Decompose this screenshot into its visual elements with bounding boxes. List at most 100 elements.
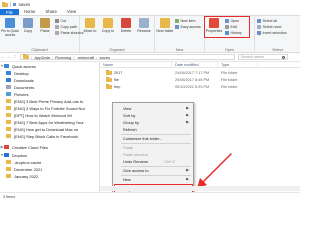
search-icon bbox=[282, 55, 285, 59]
address-field[interactable]: › AppData › Roaming › .minecraft › saves bbox=[20, 54, 235, 60]
new-item-button[interactable]: New item bbox=[175, 19, 195, 23]
delete-button[interactable]: Delete bbox=[117, 18, 135, 33]
desktop-icon bbox=[6, 71, 11, 75]
documents-icon bbox=[6, 85, 11, 89]
clipboard-group-label: Clipboard bbox=[31, 48, 48, 52]
menu-item-refresh[interactable]: Refresh bbox=[113, 126, 193, 133]
folder-icon bbox=[106, 70, 112, 75]
nav-item-folder[interactable]: [DPT] How to Watch Workout Wi bbox=[6, 112, 72, 118]
breadcrumb-item[interactable]: AppData bbox=[34, 55, 50, 60]
folder-icon bbox=[6, 174, 11, 178]
breadcrumb-item[interactable]: saves bbox=[100, 55, 110, 60]
folder-icon bbox=[6, 99, 11, 103]
nav-item-folder[interactable]: [ENG] How get to Download Mac on bbox=[6, 126, 78, 132]
window-title: saves bbox=[18, 2, 31, 7]
address-bar-row: ← → ↑ › AppData › Roaming › .minecraft ›… bbox=[0, 53, 300, 62]
easy-access-button[interactable]: Easy access bbox=[175, 25, 201, 29]
status-text: 3 items bbox=[3, 194, 16, 199]
cloud-icon bbox=[4, 145, 9, 149]
nav-item-folder[interactable]: January 2022 bbox=[6, 173, 38, 179]
rename-icon bbox=[139, 18, 149, 28]
nav-item-desktop[interactable]: Desktop bbox=[6, 70, 29, 76]
nav-item-pictures[interactable]: Pictures bbox=[6, 91, 28, 97]
menu-item-new[interactable]: New ▶ bbox=[113, 176, 193, 183]
menu-item-undo-rename[interactable]: Undo Rename Ctrl+Z bbox=[113, 158, 193, 165]
nav-item-downloads[interactable]: Downloads bbox=[6, 77, 34, 83]
select-none-icon bbox=[257, 25, 261, 29]
cut-button[interactable]: Cut bbox=[55, 19, 66, 23]
menu-item-view[interactable]: View ▶ bbox=[113, 105, 193, 112]
table-row[interactable]: file 25/06/2017 8:45 PM File folder bbox=[100, 77, 300, 83]
menu-item-sort-by[interactable]: Sort by ▶ bbox=[113, 112, 193, 119]
nav-item-folder[interactable]: [ENG] Step Block Calls in Facebook bbox=[6, 133, 78, 139]
copy-path-button[interactable]: Copy path bbox=[55, 25, 77, 29]
red-arrow-annotation bbox=[197, 153, 232, 188]
invert-selection-button[interactable]: Invert selection bbox=[257, 31, 287, 35]
copy-icon bbox=[23, 18, 33, 28]
move-to-button[interactable]: Move to bbox=[81, 18, 99, 33]
table-row[interactable]: tmp 05/10/2022 5:33 PM File folder bbox=[100, 84, 300, 90]
paste-shortcut-icon bbox=[55, 31, 59, 35]
properties-icon[interactable] bbox=[12, 3, 16, 6]
horizontal-scrollbar[interactable] bbox=[100, 186, 300, 191]
menu-item-group-by[interactable]: Group by ▶ bbox=[113, 119, 193, 126]
folder-icon bbox=[23, 54, 29, 59]
nav-item-folder[interactable]: [ENG] 3 Best Prime Privacy Add-ons fo bbox=[6, 98, 83, 104]
download-icon bbox=[6, 78, 11, 82]
folder-icon bbox=[6, 160, 11, 164]
folder-icon bbox=[106, 84, 112, 89]
select-none-button[interactable]: Select none bbox=[257, 25, 281, 29]
column-header-name[interactable]: Name bbox=[100, 62, 172, 67]
dropbox-icon bbox=[4, 153, 9, 157]
select-all-button[interactable]: Select all bbox=[257, 19, 277, 23]
rename-button[interactable]: Rename bbox=[135, 18, 153, 33]
pictures-icon bbox=[6, 92, 11, 96]
copy-to-button[interactable]: Copy to bbox=[99, 18, 117, 33]
tab-share[interactable]: Share bbox=[40, 9, 61, 15]
nav-item-folder[interactable]: December 2021 bbox=[6, 166, 42, 172]
nav-item-creative-cloud[interactable]: ▶ Creative Cloud Files bbox=[0, 144, 48, 150]
up-arrow-icon[interactable]: ↑ bbox=[12, 54, 18, 60]
folder-icon bbox=[2, 1, 8, 7]
ribbon-tabs: File Home Share View bbox=[0, 9, 300, 16]
invert-selection-icon bbox=[257, 31, 261, 35]
nav-item-dropbox[interactable]: ▼ Dropbox bbox=[0, 152, 27, 158]
folder-icon bbox=[6, 106, 11, 110]
column-header-type[interactable]: Type bbox=[218, 62, 258, 67]
breadcrumb-item[interactable]: .minecraft bbox=[77, 55, 95, 60]
pin-to-quick-access-button[interactable]: Pin to Quick access bbox=[1, 18, 19, 37]
copy-button[interactable]: Copy bbox=[19, 18, 37, 33]
organize-group-label: Organize bbox=[109, 48, 125, 52]
tab-home[interactable]: Home bbox=[19, 9, 40, 15]
folder-icon bbox=[6, 127, 11, 131]
folder-icon bbox=[106, 77, 112, 82]
chevron-right-icon: ▶ bbox=[186, 113, 189, 118]
paste-icon bbox=[40, 18, 50, 28]
nav-item-documents[interactable]: Documents bbox=[6, 84, 34, 90]
nav-item-folder[interactable]: .dropbox.cache bbox=[6, 159, 41, 165]
column-header-date[interactable]: Date modified bbox=[172, 62, 218, 67]
chevron-right-icon: ▶ bbox=[186, 106, 189, 111]
copy-to-icon bbox=[103, 18, 113, 28]
nav-item-folder[interactable]: [ENG] 7 Best Apps for Weathering Your bbox=[6, 119, 84, 125]
scissors-icon bbox=[55, 19, 59, 23]
search-input[interactable]: Search saves bbox=[238, 54, 288, 60]
quick-access-toolbar bbox=[2, 1, 16, 7]
menu-item-give-access-to[interactable]: Give access to ▶ bbox=[113, 167, 193, 174]
clipboard-group: Pin to Quick access Copy Paste Cut Copy … bbox=[0, 16, 83, 53]
ribbon: Pin to Quick access Copy Paste Cut Copy … bbox=[0, 16, 300, 53]
breadcrumb-item[interactable]: Roaming bbox=[55, 55, 71, 60]
tab-file[interactable]: File bbox=[0, 9, 19, 15]
table-row[interactable]: 2017 24/06/2017 7:17 PM File folder bbox=[100, 70, 300, 76]
chevron-right-icon: ▶ bbox=[186, 120, 189, 125]
new-folder-button[interactable]: New folder bbox=[156, 18, 174, 33]
tab-view[interactable]: View bbox=[62, 9, 81, 15]
column-header-row: Name Date modified Type bbox=[100, 62, 300, 68]
nav-item-folder[interactable]: [ENG] 3 Ways to Fix Fortnite Sound Not bbox=[6, 105, 85, 111]
folder-icon bbox=[6, 113, 11, 117]
paste-button[interactable]: Paste bbox=[36, 18, 54, 33]
new-item-icon bbox=[175, 19, 179, 23]
navigation-pane[interactable]: ▼ Quick access Desktop Downloads Documen… bbox=[0, 62, 100, 200]
nav-item-quick-access[interactable]: ▼ Quick access bbox=[0, 63, 36, 69]
menu-item-customize-folder[interactable]: Customize this folder... bbox=[113, 135, 193, 142]
